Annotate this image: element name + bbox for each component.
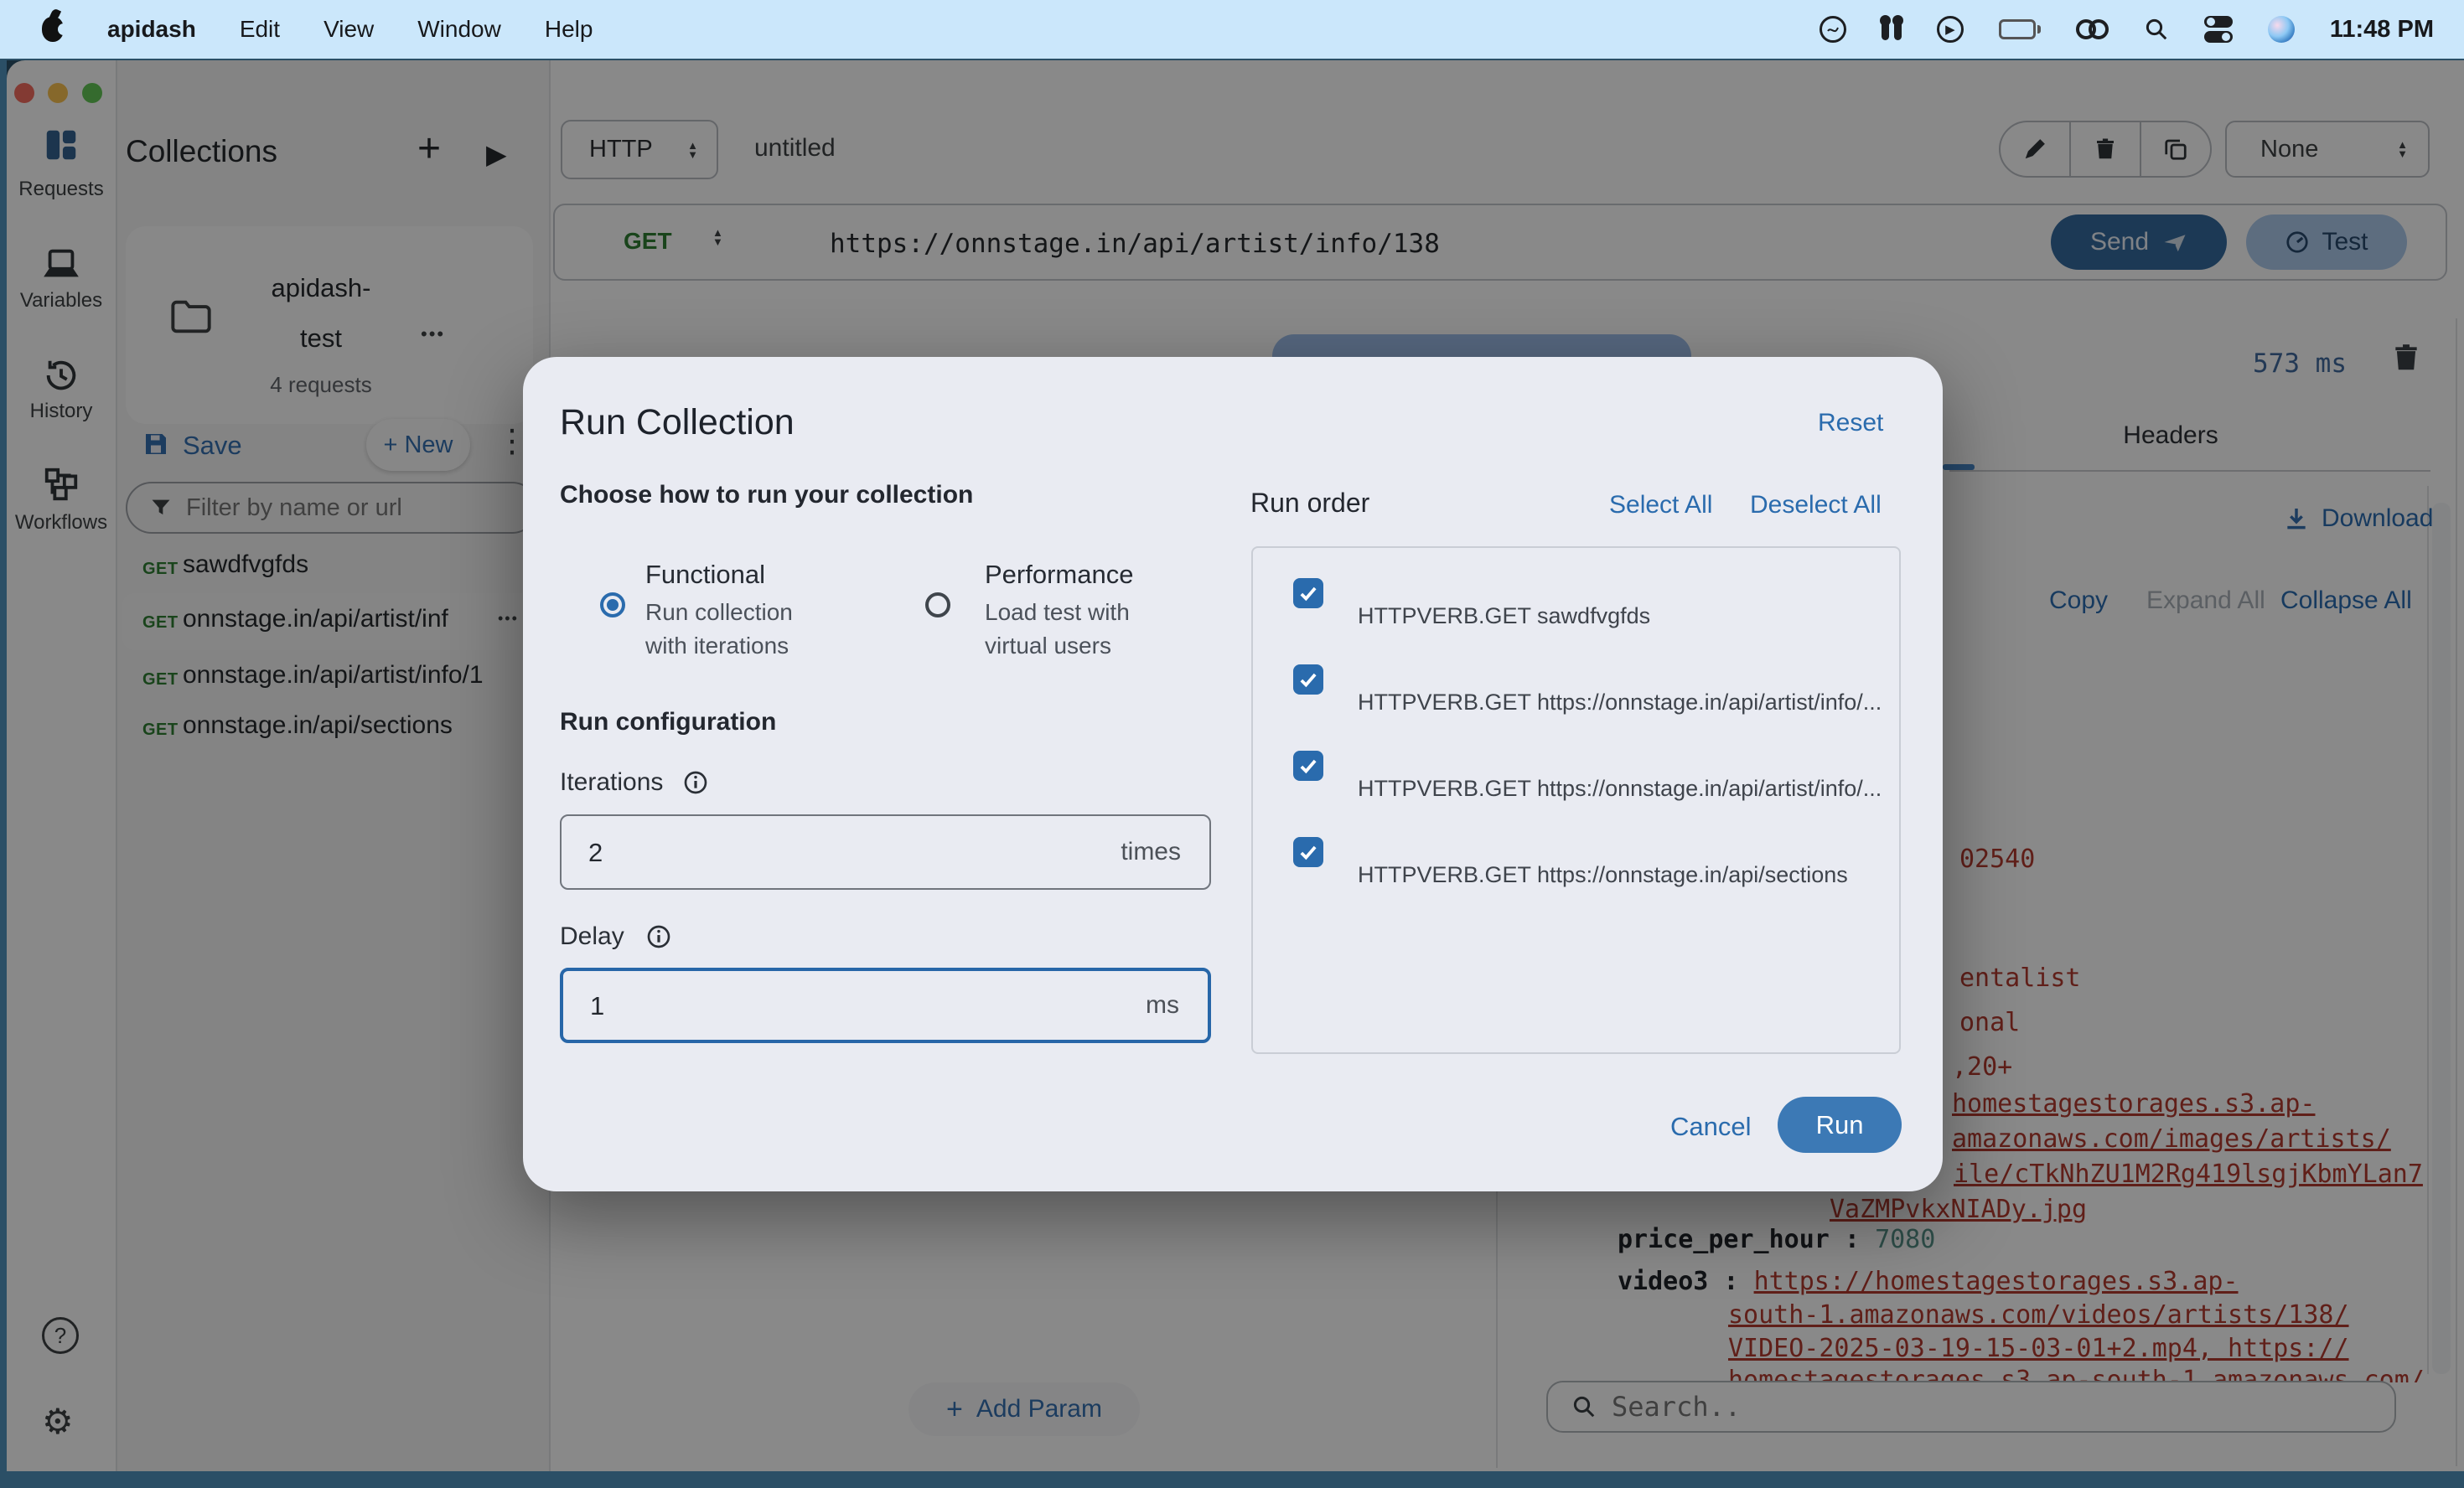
delay-field[interactable]	[588, 971, 1061, 1041]
macos-menubar: apidash Edit View Window Help ▶ 11:48 PM	[0, 0, 2464, 59]
iterations-input[interactable]: times	[560, 814, 1211, 890]
menu-edit[interactable]: Edit	[240, 16, 280, 43]
deselect-all-button[interactable]: Deselect All	[1750, 491, 1882, 519]
iterations-field[interactable]	[587, 816, 1059, 890]
delay-label: Delay	[560, 922, 624, 951]
run-item-checkbox[interactable]	[1293, 664, 1323, 695]
run-item-label: HTTPVERB.GET https://onnstage.in/api/art…	[1358, 776, 1882, 802]
functional-option-title[interactable]: Functional	[645, 560, 765, 590]
creative-cloud-icon[interactable]	[1820, 16, 1846, 43]
dialog-title: Run Collection	[560, 402, 795, 443]
functional-radio[interactable]	[600, 592, 625, 617]
check-icon	[1297, 755, 1319, 777]
run-item-label: HTTPVERB.GET https://onnstage.in/api/sec…	[1358, 862, 1848, 888]
run-item-checkbox[interactable]	[1293, 578, 1323, 608]
info-icon[interactable]	[682, 769, 709, 796]
reset-button[interactable]: Reset	[1818, 409, 1883, 437]
apple-menu-icon[interactable]	[42, 17, 64, 42]
performance-option-desc: Load test with	[985, 599, 1130, 626]
run-configuration-heading: Run configuration	[560, 708, 776, 736]
run-button-label: Run	[1816, 1110, 1864, 1140]
cancel-button[interactable]: Cancel	[1670, 1112, 1752, 1142]
dialog-subtitle: Choose how to run your collection	[560, 481, 973, 509]
airpods-icon[interactable]	[1882, 18, 1902, 40]
siri-icon[interactable]	[2268, 16, 2295, 43]
functional-option-desc: with iterations	[645, 633, 789, 659]
performance-option-desc: virtual users	[985, 633, 1111, 659]
delay-input[interactable]: ms	[560, 968, 1211, 1043]
check-icon	[1297, 841, 1319, 863]
iterations-label: Iterations	[560, 768, 663, 797]
music-play-icon[interactable]: ▶	[1937, 16, 1964, 43]
menu-window[interactable]: Window	[417, 16, 501, 43]
menu-view[interactable]: View	[324, 16, 374, 43]
performance-option-title[interactable]: Performance	[985, 560, 1133, 590]
spotlight-icon[interactable]	[2144, 17, 2169, 42]
delay-unit: ms	[1146, 991, 1179, 1020]
check-icon	[1297, 669, 1319, 690]
run-button[interactable]: Run	[1778, 1097, 1902, 1153]
info-icon[interactable]	[645, 923, 672, 950]
run-collection-dialog: Run Collection Reset Choose how to run y…	[523, 357, 1943, 1191]
select-all-button[interactable]: Select All	[1609, 491, 1712, 519]
control-center-icon[interactable]	[2204, 16, 2233, 43]
run-item-label: HTTPVERB.GET https://onnstage.in/api/art…	[1358, 690, 1882, 716]
run-order-list: HTTPVERB.GET sawdfvgfds HTTPVERB.GET htt…	[1251, 546, 1901, 1054]
run-item-checkbox[interactable]	[1293, 837, 1323, 867]
menu-help[interactable]: Help	[545, 16, 593, 43]
menubar-app-name[interactable]: apidash	[107, 16, 196, 43]
check-icon	[1297, 582, 1319, 604]
screen-mirroring-icon[interactable]	[2076, 19, 2109, 39]
run-item-label: HTTPVERB.GET sawdfvgfds	[1358, 603, 1650, 629]
functional-option-desc: Run collection	[645, 599, 793, 626]
performance-radio[interactable]	[925, 592, 950, 617]
run-order-heading: Run order	[1250, 488, 1369, 519]
battery-icon[interactable]	[1999, 19, 2041, 39]
iterations-unit: times	[1121, 838, 1181, 866]
menubar-clock[interactable]: 11:48 PM	[2330, 16, 2434, 44]
run-item-checkbox[interactable]	[1293, 751, 1323, 781]
